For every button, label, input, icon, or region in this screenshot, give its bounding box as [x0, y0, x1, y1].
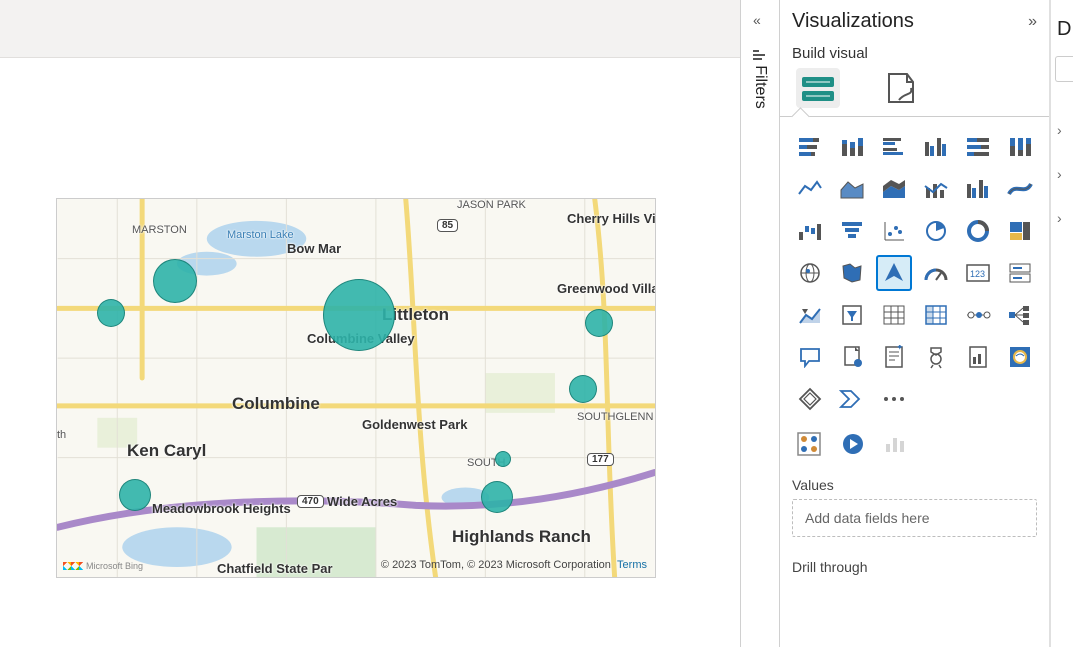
- paginated-report-chart-icon[interactable]: [960, 339, 996, 375]
- stacked-area-chart-icon[interactable]: [876, 171, 912, 207]
- stacked-column-chart-icon[interactable]: [834, 129, 870, 165]
- waterfall-chart-icon[interactable]: [792, 213, 828, 249]
- card-chart-icon[interactable]: 123: [960, 255, 996, 291]
- key-influencers-chart-icon[interactable]: [834, 339, 870, 375]
- map-data-bubble[interactable]: [97, 299, 125, 327]
- build-visual-subtitle: Build visual: [792, 45, 1037, 62]
- stacked-bar-chart-icon[interactable]: [792, 129, 828, 165]
- route-shield: 177: [587, 453, 614, 466]
- map-terms-link[interactable]: Terms: [617, 559, 647, 571]
- bing-logo: Microsoft Bing: [63, 561, 143, 571]
- svg-text:✦: ✦: [896, 345, 904, 352]
- play-axis-icon[interactable]: [836, 427, 870, 461]
- kpi-chart-icon[interactable]: [792, 297, 828, 333]
- powerapps-chart-icon[interactable]: [792, 381, 828, 417]
- map-data-bubble[interactable]: [119, 479, 151, 511]
- powerautomate-chart-icon[interactable]: [834, 381, 870, 417]
- map-basemap: [57, 199, 655, 577]
- slicer-chart-icon[interactable]: [834, 297, 870, 333]
- 100-stacked-column-chart-icon[interactable]: [1002, 129, 1038, 165]
- ribbon-bar: [0, 0, 740, 58]
- qna-chart-icon[interactable]: [792, 339, 828, 375]
- visualizations-pane: Visualizations » Build visual 123 ✦: [780, 0, 1050, 647]
- values-field-well[interactable]: Add data fields here: [792, 499, 1037, 537]
- filled-map-chart-icon[interactable]: [834, 255, 870, 291]
- funnel-chart-icon[interactable]: [834, 213, 870, 249]
- collapse-filters-icon[interactable]: «: [753, 12, 761, 28]
- narrative-chart-icon[interactable]: ✦: [876, 339, 912, 375]
- area-chart-icon[interactable]: [834, 171, 870, 207]
- decomposition-tree-chart-icon[interactable]: [1002, 297, 1038, 333]
- r-visual-chart-icon[interactable]: [960, 297, 996, 333]
- donut-chart-icon[interactable]: [960, 213, 996, 249]
- map-chart-icon[interactable]: [792, 255, 828, 291]
- map-data-bubble[interactable]: [495, 451, 511, 467]
- svg-text:123: 123: [970, 269, 985, 279]
- build-visual-tab[interactable]: [796, 68, 840, 108]
- route-shield: 470: [297, 495, 324, 508]
- gauge-chart-icon[interactable]: [918, 255, 954, 291]
- arcgis-chart-icon[interactable]: [1002, 339, 1038, 375]
- format-visual-icon: [885, 72, 919, 104]
- fields-pane-letter: D: [1057, 18, 1071, 41]
- more-visuals-icon[interactable]: [876, 381, 912, 417]
- matrix-chart-icon[interactable]: [918, 297, 954, 333]
- map-attribution: © 2023 TomTom, © 2023 Microsoft Corporat…: [381, 559, 647, 571]
- fields-caret-2[interactable]: ›: [1057, 166, 1062, 182]
- map-visual[interactable]: MARSTONMarston LakeJASON PARKCherry Hill…: [56, 198, 656, 578]
- map-data-bubble[interactable]: [153, 259, 197, 303]
- map-data-bubble[interactable]: [481, 481, 513, 513]
- group-visual-icon[interactable]: [792, 427, 826, 461]
- map-data-bubble[interactable]: [323, 279, 395, 351]
- 100-stacked-bar-chart-icon[interactable]: [960, 129, 996, 165]
- line-column-chart-icon[interactable]: [918, 171, 954, 207]
- table-chart-icon[interactable]: [876, 297, 912, 333]
- map-surface[interactable]: MARSTONMarston LakeJASON PARKCherry Hill…: [57, 199, 655, 577]
- clustered-column-chart-icon[interactable]: [918, 129, 954, 165]
- fields-search-sliver[interactable]: [1055, 56, 1073, 82]
- multi-row-card-chart-icon[interactable]: [1002, 255, 1038, 291]
- map-data-bubble[interactable]: [585, 309, 613, 337]
- format-visual-tab[interactable]: [880, 68, 924, 108]
- values-field-label: Values: [792, 477, 1037, 493]
- map-data-bubble[interactable]: [569, 375, 597, 403]
- treemap-chart-icon[interactable]: [1002, 213, 1038, 249]
- viz-tab-divider: [780, 116, 1049, 117]
- clustered-bar-chart-icon[interactable]: [876, 129, 912, 165]
- build-visual-icon: [800, 73, 836, 103]
- line-chart-icon[interactable]: [792, 171, 828, 207]
- fields-pane-sliver: D › › ›: [1050, 0, 1076, 647]
- ribbon-chart-icon[interactable]: [1002, 171, 1038, 207]
- scatter-chart-icon[interactable]: [876, 213, 912, 249]
- expand-pane-icon[interactable]: »: [1028, 13, 1037, 31]
- fields-caret-3[interactable]: ›: [1057, 210, 1062, 226]
- filters-icon[interactable]: [753, 48, 769, 64]
- visualizations-pane-title: Visualizations: [792, 10, 914, 33]
- route-shield: 85: [437, 219, 458, 232]
- drill-through-label: Drill through: [792, 559, 1037, 575]
- line-clustered-column-chart-icon[interactable]: [960, 171, 996, 207]
- filters-pane-collapsed: « Filters: [740, 0, 780, 647]
- pie-chart-icon[interactable]: [918, 213, 954, 249]
- azure-map-chart-icon[interactable]: [876, 255, 912, 291]
- custom-visual-faded-icon[interactable]: [880, 427, 914, 461]
- filters-pane-title[interactable]: Filters: [751, 65, 769, 109]
- goals-chart-icon[interactable]: [918, 339, 954, 375]
- visualization-gallery: 123 ✦: [792, 129, 1037, 417]
- fields-caret-1[interactable]: ›: [1057, 122, 1062, 138]
- report-canvas[interactable]: MARSTONMarston LakeJASON PARKCherry Hill…: [0, 58, 740, 647]
